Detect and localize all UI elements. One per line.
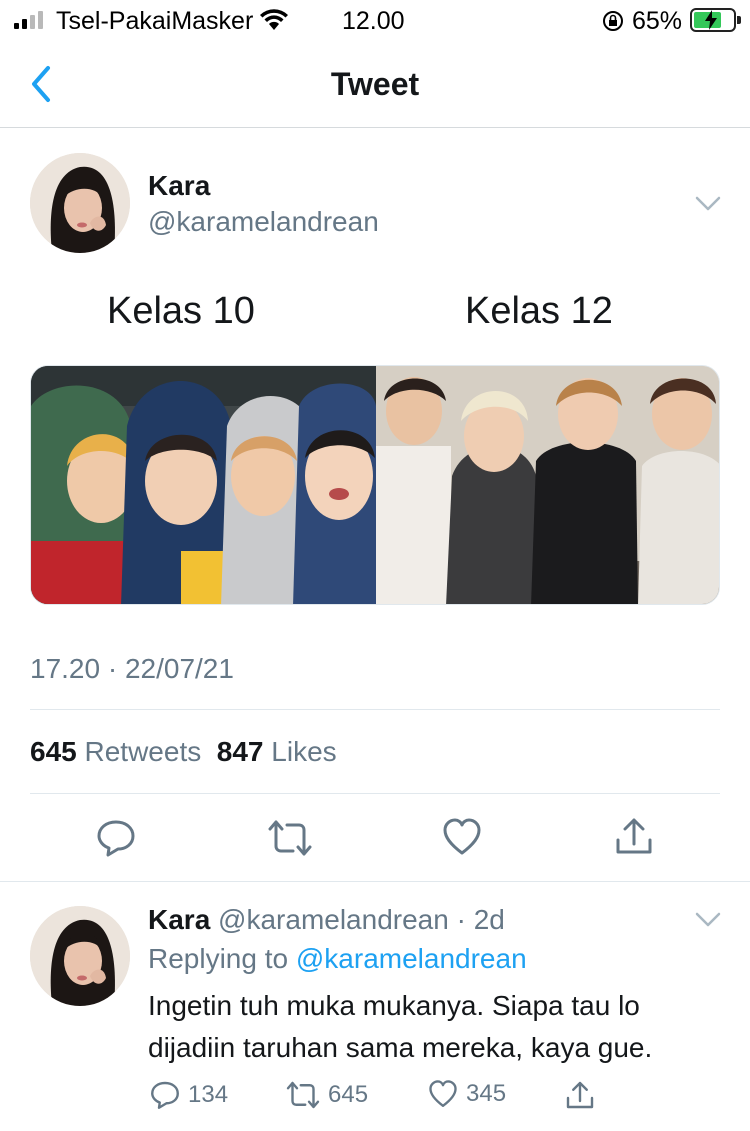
replying-prefix: Replying to xyxy=(148,943,289,974)
rotation-lock-icon xyxy=(603,11,623,31)
caption-left: Kelas 10 xyxy=(107,290,255,332)
divider xyxy=(30,709,720,710)
share-button[interactable] xyxy=(614,816,654,861)
page-title: Tweet xyxy=(330,66,420,102)
reply-like-count: 345 xyxy=(466,1080,507,1107)
retweet-icon xyxy=(286,1081,320,1109)
replying-to-link[interactable]: @karamelandrean xyxy=(296,943,527,974)
tweet-timestamp: 17.20 · 22/07/21 xyxy=(30,653,234,684)
reply-retweet-button[interactable]: 645 xyxy=(286,1080,368,1110)
like-label: Likes xyxy=(271,736,337,767)
chevron-down-icon[interactable] xyxy=(695,196,721,212)
reply-icon xyxy=(151,1081,179,1109)
reply-time: · 2d xyxy=(456,904,505,935)
reply-author-handle[interactable]: @karamelandrean xyxy=(218,904,449,935)
reply-reply-button[interactable]: 134 xyxy=(150,1080,228,1110)
caption-right: Kelas 12 xyxy=(465,290,613,332)
reply-count: 134 xyxy=(188,1081,229,1108)
retweet-button[interactable] xyxy=(268,818,312,863)
photo-left[interactable] xyxy=(31,366,376,604)
reply-text: Ingetin tuh muka mukanya. Siapa tau lo d… xyxy=(148,990,653,1063)
like-icon xyxy=(429,1080,457,1107)
tweet-media[interactable] xyxy=(30,365,720,605)
replying-to: Replying to @karamelandrean xyxy=(148,943,527,975)
battery-percent: 65% xyxy=(632,7,683,35)
likes-stat[interactable]: 847 Likes xyxy=(217,736,337,767)
status-bar: Tsel-PakaiMasker 12.00 65% xyxy=(0,0,750,42)
reply-avatar[interactable] xyxy=(30,906,130,1006)
avatar-image xyxy=(30,153,130,253)
chevron-down-icon[interactable] xyxy=(695,912,721,928)
reply-retweet-count: 645 xyxy=(328,1081,369,1108)
reply-author-name[interactable]: Kara xyxy=(148,904,210,935)
retweet-label: Retweets xyxy=(84,736,202,767)
share-icon xyxy=(566,1081,594,1109)
divider xyxy=(30,793,720,794)
carrier-name: Tsel-PakaiMasker xyxy=(56,7,254,35)
reply-like-button[interactable]: 345 xyxy=(428,1080,506,1108)
avatar-image xyxy=(30,906,130,1006)
battery-icon xyxy=(690,8,741,32)
tweet-stats: 645 Retweets 847 Likes xyxy=(30,736,337,768)
retweet-icon xyxy=(268,820,312,856)
wifi-icon xyxy=(260,9,288,30)
reply-button[interactable] xyxy=(96,818,136,863)
reply-header: Kara @karamelandrean · 2d xyxy=(148,904,505,936)
divider xyxy=(0,881,750,882)
retweets-stat[interactable]: 645 Retweets xyxy=(30,736,201,767)
avatar[interactable] xyxy=(30,153,130,253)
share-icon xyxy=(616,818,652,854)
photo-right[interactable] xyxy=(376,366,719,604)
author-name[interactable]: Kara xyxy=(148,170,210,202)
like-button[interactable] xyxy=(442,818,482,861)
author-handle[interactable]: @karamelandrean xyxy=(148,206,379,238)
signal-icon xyxy=(14,11,43,29)
retweet-count: 645 xyxy=(30,736,77,767)
like-icon xyxy=(443,818,481,855)
reply-share-button[interactable] xyxy=(565,1080,595,1110)
reply-icon xyxy=(97,820,135,857)
nav-bar: Tweet xyxy=(0,42,750,128)
like-count: 847 xyxy=(216,736,264,767)
clock: 12.00 xyxy=(342,7,405,35)
